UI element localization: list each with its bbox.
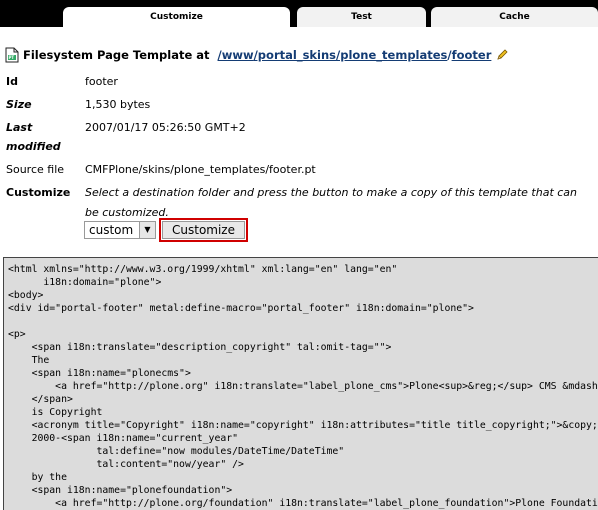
customize-description: Select a destination folder and press th… — [85, 186, 578, 219]
tab-cache[interactable]: Cache — [431, 7, 598, 27]
customize-button-highlight: Customize — [159, 218, 248, 242]
last-modified-label-line1: Last — [6, 121, 33, 134]
destination-folder-value: custom — [89, 223, 134, 237]
page-title: PT Filesystem Page Template at /www/port… — [5, 45, 508, 65]
customize-label: Customize — [6, 186, 71, 199]
source-file-value: CMFPlone/skins/plone_templates/footer.pt — [85, 163, 316, 176]
last-modified-value: 2007/01/17 05:26:50 GMT+2 — [85, 121, 246, 134]
page-template-icon: PT — [5, 47, 19, 63]
last-modified-label-line2: modified — [6, 140, 61, 153]
size-label: Size — [6, 98, 32, 111]
source-file-label: Source file — [6, 163, 65, 176]
id-label: Id — [6, 75, 18, 88]
tab-test[interactable]: Test — [297, 7, 426, 27]
template-source-code: <html xmlns="http://www.w3.org/1999/xhtm… — [8, 264, 598, 509]
dropdown-arrow-icon[interactable]: ▼ — [139, 222, 155, 238]
title-prefix: Filesystem Page Template at — [23, 48, 210, 62]
breadcrumb-portal-skins[interactable]: /portal_skins — [254, 48, 336, 62]
breadcrumb-footer[interactable]: footer — [452, 48, 492, 62]
tab-bar: Customize Test Cache — [0, 0, 598, 27]
breadcrumb-www[interactable]: /www — [218, 48, 254, 62]
customize-button[interactable]: Customize — [162, 221, 245, 239]
template-source-box[interactable]: <html xmlns="http://www.w3.org/1999/xhtm… — [3, 257, 598, 510]
pencil-icon[interactable] — [496, 49, 508, 61]
size-value: 1,530 bytes — [85, 98, 151, 111]
breadcrumb-plone-templates[interactable]: /plone_templates — [336, 48, 447, 62]
tab-customize[interactable]: Customize — [63, 7, 290, 27]
svg-text:PT: PT — [9, 55, 15, 60]
destination-folder-select[interactable]: custom ▼ — [84, 221, 156, 239]
id-value: footer — [85, 75, 118, 88]
